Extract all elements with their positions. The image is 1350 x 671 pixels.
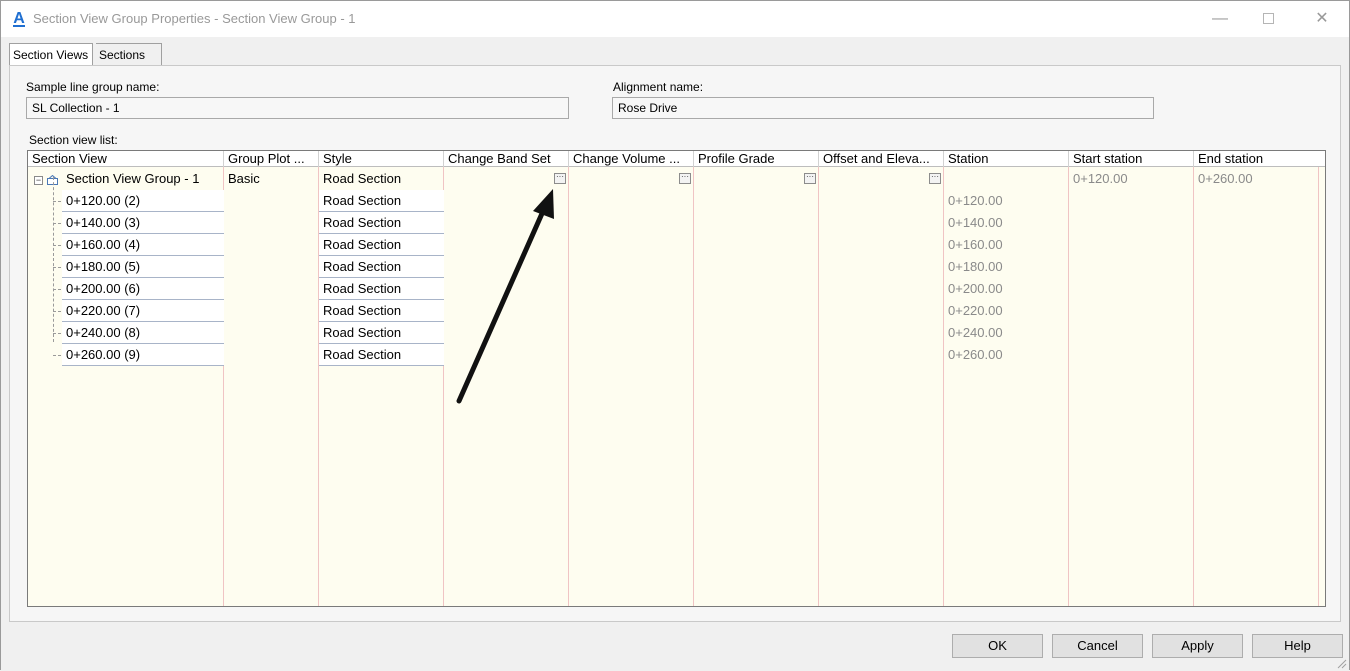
row-section-view[interactable]: 0+220.00 (7) — [62, 300, 224, 322]
column-header-profile-grade[interactable]: Profile Grade — [694, 151, 819, 167]
button-bar: OK Cancel Apply Help — [1, 625, 1349, 671]
minimize-button[interactable]: — — [1197, 1, 1243, 37]
section-view-grid[interactable]: Section View Group Plot ... Style Change… — [27, 150, 1326, 607]
tree-connector — [53, 223, 61, 224]
apply-button[interactable]: Apply — [1152, 634, 1243, 658]
row-style[interactable]: Road Section — [319, 234, 444, 256]
row-style[interactable]: Road Section — [319, 344, 444, 366]
row-section-view[interactable]: 0+240.00 (8) — [62, 322, 224, 344]
tab-sections[interactable]: Sections — [96, 43, 162, 65]
window-title: Section View Group Properties - Section … — [33, 11, 356, 26]
tree-connector — [53, 333, 61, 334]
row-section-view[interactable]: 0+260.00 (9) — [62, 344, 224, 366]
row-station: 0+180.00 — [948, 259, 1003, 274]
group-style[interactable]: Road Section — [319, 168, 401, 190]
row-station: 0+140.00 — [948, 215, 1003, 230]
column-header-section-view[interactable]: Section View — [28, 151, 224, 167]
row-style[interactable]: Road Section — [319, 300, 444, 322]
table-row[interactable]: 0+180.00 (5) Road Section 0+180.00 — [28, 256, 1325, 278]
section-view-list-label: Section view list: — [29, 133, 118, 147]
row-station: 0+240.00 — [948, 325, 1003, 340]
table-row[interactable]: 0+220.00 (7) Road Section 0+220.00 — [28, 300, 1325, 322]
tab-section-views[interactable]: Section Views — [9, 43, 93, 65]
tree-connector — [53, 267, 61, 268]
resize-grip-icon[interactable] — [1335, 657, 1347, 669]
row-section-view[interactable]: 0+160.00 (4) — [62, 234, 224, 256]
dialog-window: A Section View Group Properties - Sectio… — [0, 0, 1350, 671]
tree-connector — [53, 289, 61, 290]
section-views-panel: Sample line group name: SL Collection - … — [9, 65, 1341, 622]
table-row[interactable]: 0+240.00 (8) Road Section 0+240.00 — [28, 322, 1325, 344]
row-station: 0+220.00 — [948, 303, 1003, 318]
ok-button[interactable]: OK — [952, 634, 1043, 658]
maximize-icon — [1262, 13, 1274, 25]
group-plot-style[interactable]: Basic — [224, 168, 260, 190]
alignment-name-field[interactable]: Rose Drive — [612, 97, 1154, 119]
alignment-name-label: Alignment name: — [613, 80, 704, 94]
column-header-change-volume[interactable]: Change Volume ... — [569, 151, 694, 167]
row-station: 0+260.00 — [948, 347, 1003, 362]
group-row[interactable]: − Section View Group - 1 Basic Road Sect… — [28, 168, 1325, 190]
table-row[interactable]: 0+140.00 (3) Road Section 0+140.00 — [28, 212, 1325, 234]
column-header-end-station[interactable]: End station — [1194, 151, 1325, 167]
tree-connector — [53, 201, 61, 202]
tree-connector — [53, 355, 61, 356]
close-button[interactable]: ✕ — [1299, 1, 1345, 37]
group-section-view-name[interactable]: Section View Group - 1 — [62, 168, 199, 190]
table-row[interactable]: 0+200.00 (6) Road Section 0+200.00 — [28, 278, 1325, 300]
group-end-station: 0+260.00 — [1198, 171, 1253, 186]
table-row[interactable]: 0+120.00 (2) Road Section 0+120.00 — [28, 190, 1325, 212]
cancel-button[interactable]: Cancel — [1052, 634, 1143, 658]
grid-header: Section View Group Plot ... Style Change… — [28, 151, 1325, 167]
row-style[interactable]: Road Section — [319, 278, 444, 300]
row-section-view[interactable]: 0+120.00 (2) — [62, 190, 224, 212]
sample-line-group-field[interactable]: SL Collection - 1 — [26, 97, 569, 119]
change-band-set-button[interactable]: ··· — [554, 173, 566, 184]
autocad-app-icon: A — [11, 10, 27, 27]
sample-line-group-label: Sample line group name: — [26, 80, 160, 94]
table-row[interactable]: 0+260.00 (9) Road Section 0+260.00 — [28, 344, 1325, 366]
help-button[interactable]: Help — [1252, 634, 1343, 658]
offset-elevation-button[interactable]: ··· — [929, 173, 941, 184]
change-volume-button[interactable]: ··· — [679, 173, 691, 184]
row-station: 0+120.00 — [948, 193, 1003, 208]
maximize-button[interactable] — [1245, 1, 1291, 37]
collapse-icon[interactable]: − — [34, 176, 43, 185]
row-style[interactable]: Road Section — [319, 190, 444, 212]
column-header-station[interactable]: Station — [944, 151, 1069, 167]
row-section-view[interactable]: 0+200.00 (6) — [62, 278, 224, 300]
tree-connector — [53, 311, 61, 312]
row-style[interactable]: Road Section — [319, 212, 444, 234]
row-style[interactable]: Road Section — [319, 256, 444, 278]
column-header-group-plot[interactable]: Group Plot ... — [224, 151, 319, 167]
tree-connector — [53, 245, 61, 246]
row-style[interactable]: Road Section — [319, 322, 444, 344]
row-station: 0+200.00 — [948, 281, 1003, 296]
row-station: 0+160.00 — [948, 237, 1003, 252]
row-section-view[interactable]: 0+180.00 (5) — [62, 256, 224, 278]
column-header-offset-elevation[interactable]: Offset and Eleva... — [819, 151, 944, 167]
column-header-style[interactable]: Style — [319, 151, 444, 167]
column-header-start-station[interactable]: Start station — [1069, 151, 1194, 167]
row-section-view[interactable]: 0+140.00 (3) — [62, 212, 224, 234]
table-row[interactable]: 0+160.00 (4) Road Section 0+160.00 — [28, 234, 1325, 256]
group-start-station: 0+120.00 — [1073, 171, 1128, 186]
title-bar: A Section View Group Properties - Sectio… — [1, 1, 1349, 37]
column-header-change-band-set[interactable]: Change Band Set — [444, 151, 569, 167]
profile-grade-button[interactable]: ··· — [804, 173, 816, 184]
